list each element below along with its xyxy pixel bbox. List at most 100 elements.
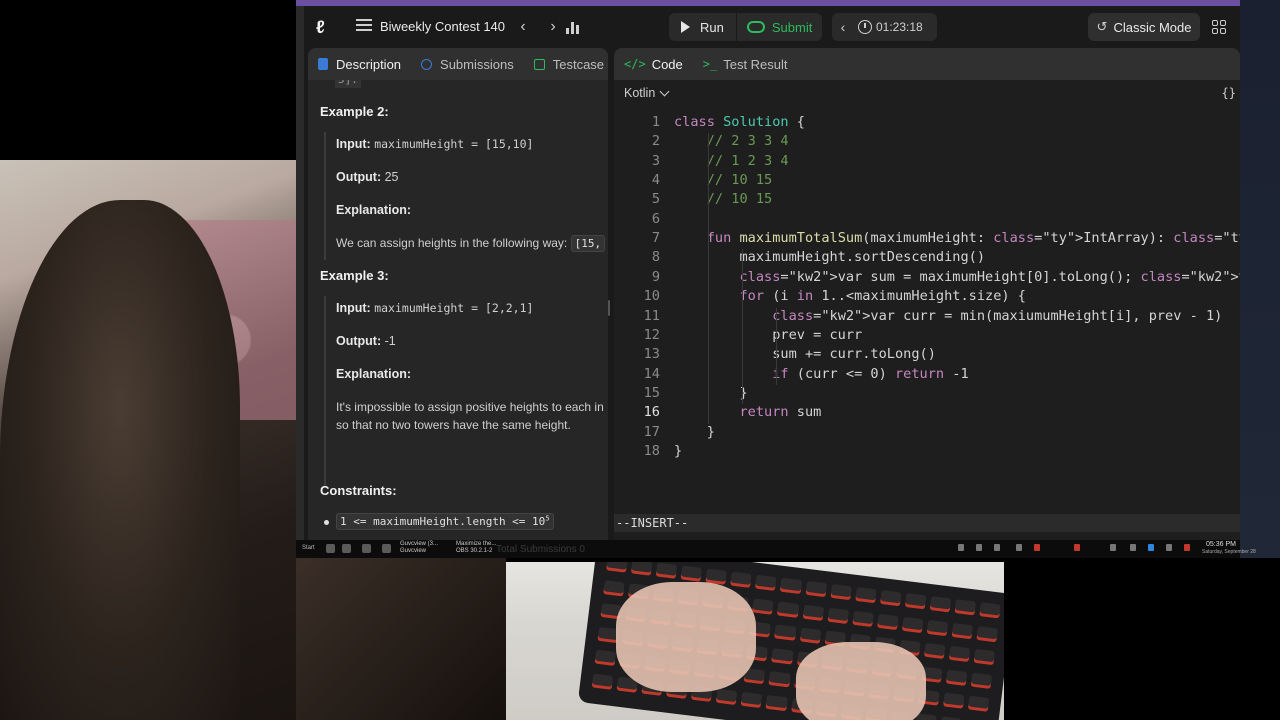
- tray-icon[interactable]: [1148, 544, 1154, 551]
- submit-button[interactable]: Submit: [737, 13, 822, 41]
- taskbar-app-icon[interactable]: [342, 544, 351, 553]
- code-line[interactable]: class Solution {: [674, 114, 805, 130]
- left-hand: [616, 582, 756, 692]
- problem-list-icon[interactable]: [356, 18, 372, 34]
- keyboard-key: [594, 649, 617, 667]
- code-editor[interactable]: 1 class Solution {2 // 2 3 3 4 3 // 1 2 3 …: [614, 114, 1240, 514]
- cat: [0, 200, 240, 720]
- keyboard-key: [904, 593, 927, 610]
- keyboard-key: [740, 691, 763, 708]
- layout-grid-icon[interactable]: [1212, 20, 1226, 34]
- submit-label: Submit: [771, 19, 813, 35]
- chevron-left-icon[interactable]: ‹: [514, 17, 532, 37]
- line-number: 3: [651, 152, 660, 169]
- line-number: 8: [651, 249, 660, 266]
- tray-icon[interactable]: [976, 544, 982, 551]
- tab-submissions[interactable]: Submissions: [411, 48, 524, 80]
- code-line[interactable]: prev = curr: [674, 327, 862, 343]
- tray-icon[interactable]: [1166, 544, 1172, 551]
- code-line[interactable]: // 2 3 3 4: [674, 133, 789, 149]
- tray-icon[interactable]: [1184, 544, 1190, 551]
- start-button[interactable]: Start: [302, 545, 315, 551]
- tray-icon[interactable]: [958, 544, 964, 551]
- keyboard-key: [926, 619, 949, 636]
- code-line[interactable]: for (i in 1..<maximumHeight.size) {: [674, 288, 1025, 304]
- tab-testcase[interactable]: Testcase: [524, 48, 608, 80]
- example-explanation-label: Explanation:: [336, 203, 411, 217]
- code-line[interactable]: return sum: [674, 404, 821, 420]
- code-line[interactable]: maximumHeight.sortDescending(): [674, 249, 985, 265]
- classic-mode-button[interactable]: ↺ Classic Mode: [1088, 13, 1200, 41]
- contest-title[interactable]: Biweekly Contest 140: [380, 19, 505, 34]
- chevron-down-icon: [659, 86, 670, 96]
- example-explanation-label: Explanation:: [336, 367, 411, 381]
- code-tabs: </> Code >_ Test Result: [614, 48, 1240, 80]
- tray-icon[interactable]: [994, 544, 1000, 551]
- submissions-icon: [421, 58, 433, 70]
- code-line[interactable]: // 1 2 3 4: [674, 153, 789, 169]
- constraints-title: Constraints:: [320, 483, 397, 498]
- panel-resize-handle[interactable]: [608, 300, 610, 316]
- line-number: 5: [651, 191, 660, 208]
- faded-text: Total Submissions 0: [496, 544, 585, 555]
- keyboard-key: [979, 602, 1001, 619]
- explanation-label: Explanation:: [336, 367, 412, 381]
- code-line[interactable]: fun maximumTotalSum(maximumHeight: class…: [674, 230, 1240, 246]
- keyboard-key: [771, 647, 794, 665]
- keyboard-key: [765, 694, 788, 711]
- format-code-icon[interactable]: {}: [1222, 86, 1236, 100]
- tab-code[interactable]: </> Code: [614, 48, 693, 80]
- chevron-right-icon[interactable]: ›: [544, 17, 562, 37]
- taskbar-window[interactable]: Guvcview (3...: [400, 541, 438, 547]
- webcam-cat-closeup: [296, 558, 506, 720]
- line-number: 7: [651, 230, 660, 247]
- taskbar-window[interactable]: OBS 30.2.1-2: [456, 548, 492, 554]
- language-select[interactable]: Kotlin: [624, 86, 670, 100]
- keyboard-key: [805, 580, 827, 598]
- stats-icon[interactable]: [566, 20, 580, 34]
- code-line[interactable]: class="kw2">var curr = min(maxiumumHeigh…: [674, 308, 1222, 324]
- taskbar-window[interactable]: Maximize the...: [456, 541, 496, 547]
- play-icon: [681, 21, 690, 33]
- code-line[interactable]: }: [674, 385, 747, 401]
- input-value: maximumHeight = [15,10]: [374, 137, 534, 151]
- tray-icon[interactable]: [1130, 544, 1136, 551]
- taskbar-app-icon[interactable]: [362, 544, 371, 553]
- taskbar-app-icon[interactable]: [326, 544, 335, 553]
- chevron-left-icon[interactable]: ‹: [832, 19, 854, 35]
- tab-label: Description: [336, 56, 402, 72]
- keyboard-key: [802, 604, 824, 621]
- taskbar-app-icon[interactable]: [382, 544, 391, 553]
- tray-icon[interactable]: [1110, 544, 1116, 551]
- tray-icon[interactable]: [1016, 544, 1022, 551]
- keyboard-key: [901, 616, 924, 633]
- output-label: Output:: [336, 170, 382, 184]
- line-number: 14: [643, 365, 660, 382]
- keyboard-key: [655, 562, 678, 579]
- code-line[interactable]: if (curr <= 0) return -1: [674, 366, 968, 382]
- taskbar-window[interactable]: Guvcview: [400, 548, 426, 554]
- line-number: 1: [651, 114, 660, 130]
- clock-time: 05:36 PM: [1206, 541, 1236, 548]
- tab-label: Testcase: [552, 56, 605, 72]
- tray-icon[interactable]: [1074, 544, 1080, 551]
- line-number: 12: [643, 326, 660, 343]
- keyboard-key: [929, 596, 952, 613]
- tab-test-result[interactable]: >_ Test Result: [693, 48, 798, 80]
- tray-icon[interactable]: [1034, 544, 1040, 551]
- keyboard-key: [945, 669, 968, 686]
- code-line[interactable]: }: [674, 424, 715, 440]
- code-line[interactable]: class="kw2">var sum = maximumHeight[0].t…: [674, 269, 1240, 285]
- code-line[interactable]: sum += curr.toLong(): [674, 346, 936, 362]
- timer[interactable]: ‹ 01:23:18: [832, 13, 937, 41]
- tab-description[interactable]: Description: [308, 48, 411, 80]
- keyboard-key: [716, 688, 738, 705]
- black-area: [1004, 558, 1280, 720]
- example-output: Output: -1: [336, 334, 396, 348]
- example-border: [324, 296, 326, 486]
- code-line[interactable]: }: [674, 443, 682, 459]
- leetcode-logo-icon[interactable]: ℓ: [316, 17, 336, 37]
- code-line[interactable]: // 10 15: [674, 191, 772, 207]
- run-button[interactable]: Run: [669, 13, 736, 41]
- code-line[interactable]: // 10 15: [674, 172, 772, 188]
